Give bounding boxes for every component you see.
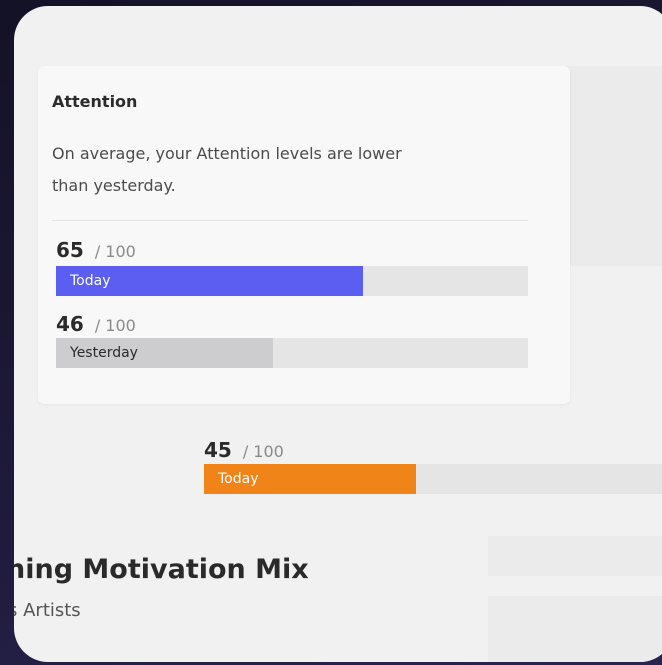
today-progress-bar: Today [56,266,528,296]
second-score-max: / 100 [242,442,284,461]
playlist-subtitle: s Artists [14,600,81,621]
today-score-max: / 100 [94,242,136,261]
today-score-value: 65 [56,238,84,262]
divider [52,220,528,221]
today-label: Today [70,273,111,289]
yesterday-score: 46 / 100 [56,312,136,336]
app-panel: Attention On average, your Attention lev… [14,6,662,662]
yesterday-score-max: / 100 [94,316,136,335]
background-card [488,596,662,662]
playlist-title[interactable]: hing Motivation Mix [14,554,309,585]
card-title: Attention [52,92,138,111]
yesterday-score-value: 46 [56,312,84,336]
yesterday-progress-bar: Yesterday [56,338,528,368]
background-card [559,66,662,266]
yesterday-label: Yesterday [70,345,138,361]
today-score: 65 / 100 [56,238,136,262]
second-today-score: 45 / 100 [204,438,284,462]
second-today-label: Today [218,471,259,487]
card-description: On average, your Attention levels are lo… [52,144,402,195]
second-progress-bar: Today [204,464,662,494]
second-score-value: 45 [204,438,232,462]
background-card [488,536,662,576]
